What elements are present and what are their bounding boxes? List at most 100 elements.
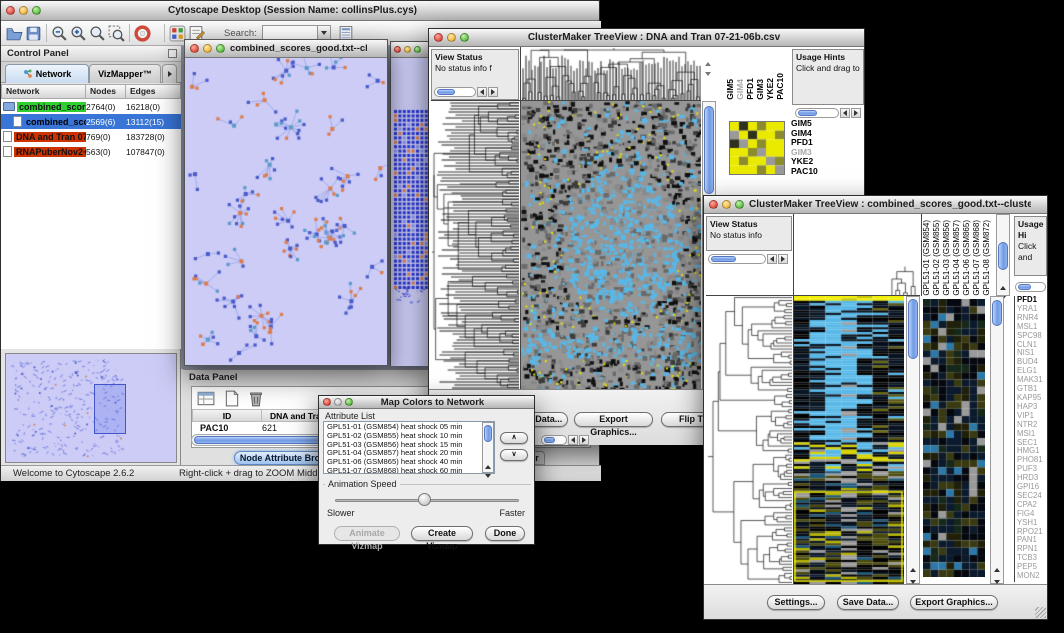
zoom-fit-icon[interactable] bbox=[88, 24, 107, 43]
create-vizmap-button[interactable]: Create Vizmap bbox=[411, 526, 473, 541]
column-header-nodes[interactable]: Nodes bbox=[85, 84, 126, 99]
treeview1-status-scrollbar[interactable] bbox=[434, 86, 498, 97]
scroll-thumb[interactable] bbox=[704, 106, 714, 194]
treeview2-heatmap[interactable] bbox=[794, 296, 904, 584]
close-icon[interactable] bbox=[6, 6, 15, 15]
attribute-list-scrollbar[interactable] bbox=[482, 422, 494, 473]
network-view-titlebar[interactable]: combined_scores_good.txt--cluste... bbox=[185, 40, 387, 58]
data-column-id[interactable]: ID bbox=[192, 409, 262, 422]
treeview2-row-dendrogram[interactable] bbox=[706, 296, 792, 584]
zoom-in-icon[interactable] bbox=[69, 24, 88, 43]
attribute-select-icon[interactable] bbox=[196, 389, 215, 408]
scroll-left-icon[interactable] bbox=[477, 87, 487, 97]
network-table-row[interactable]: combined_scores 2764(0) 16218(0) bbox=[1, 99, 181, 114]
zoom-out-icon[interactable] bbox=[50, 24, 69, 43]
scroll-thumb[interactable] bbox=[1018, 284, 1031, 290]
close-icon[interactable] bbox=[323, 398, 331, 406]
dialog-titlebar[interactable]: Map Colors to Network bbox=[319, 396, 534, 409]
delete-attribute-icon[interactable] bbox=[246, 389, 265, 408]
column-label[interactable]: GIM3 bbox=[755, 79, 765, 100]
column-header-edges[interactable]: Edges bbox=[125, 84, 181, 99]
column-label[interactable]: GPL51-06 (GSM865) bbox=[962, 220, 972, 296]
resize-grip[interactable] bbox=[1035, 607, 1046, 618]
scroll-thumb[interactable] bbox=[998, 242, 1008, 270]
treeview1-column-dendrogram[interactable] bbox=[521, 47, 701, 100]
close-icon[interactable] bbox=[434, 33, 443, 42]
attribute-list[interactable]: GPL51-01 (GSM854) heat shock 05 minGPL51… bbox=[323, 421, 495, 474]
move-down-button[interactable]: ∨ bbox=[500, 449, 528, 461]
zoom-window-icon[interactable] bbox=[216, 44, 225, 53]
treeview2-summary-scrollbar[interactable] bbox=[990, 296, 1004, 584]
scroll-thumb[interactable] bbox=[544, 437, 555, 443]
scroll-right-icon[interactable] bbox=[579, 435, 589, 445]
treeview1-titlebar[interactable]: ClusterMaker TreeView : DNA and Tran 07-… bbox=[429, 29, 864, 47]
scroll-thumb[interactable] bbox=[437, 89, 455, 95]
new-attribute-icon[interactable] bbox=[222, 389, 241, 408]
scroll-right-icon[interactable] bbox=[778, 254, 788, 264]
column-label[interactable]: YKE2 bbox=[765, 78, 775, 100]
network-table-row[interactable]: RNAPuberNov2+ 563(0) 107847(0) bbox=[1, 144, 181, 159]
zoom-window-icon[interactable] bbox=[414, 46, 421, 53]
scroll-down-icon[interactable] bbox=[485, 465, 491, 483]
treeview1-heatmap[interactable] bbox=[521, 101, 701, 389]
treeview2-hints-scrollbar[interactable] bbox=[1015, 281, 1046, 292]
scroll-thumb[interactable] bbox=[711, 256, 736, 262]
export-graphics-button[interactable]: Export Graphics... bbox=[910, 595, 998, 610]
zoom-window-icon[interactable] bbox=[32, 6, 41, 15]
minimize-icon[interactable] bbox=[203, 44, 212, 53]
column-label[interactable]: GPL51-08 (GSM872) bbox=[982, 220, 992, 296]
tab-vizmapper[interactable]: VizMapper™ bbox=[89, 64, 161, 83]
speed-slider-thumb[interactable] bbox=[418, 493, 431, 506]
scroll-thumb[interactable] bbox=[992, 300, 1002, 326]
treeview1-row-dendrogram[interactable] bbox=[431, 101, 519, 389]
row-label[interactable]: PAC10 bbox=[791, 167, 851, 177]
scroll-left-icon[interactable] bbox=[568, 435, 578, 445]
close-icon[interactable] bbox=[709, 200, 718, 209]
save-icon[interactable] bbox=[24, 24, 43, 43]
row-label[interactable]: MON2 bbox=[1015, 572, 1047, 581]
column-label[interactable]: PFD1 bbox=[745, 78, 755, 100]
close-icon[interactable] bbox=[190, 44, 199, 53]
column-label[interactable]: GPL51-03 (GSM856) bbox=[942, 220, 952, 296]
move-up-button[interactable]: ∧ bbox=[500, 432, 528, 444]
birdseye-viewport-rect[interactable] bbox=[94, 384, 126, 434]
column-label[interactable]: GPL51-04 (GSM857) bbox=[952, 220, 962, 296]
main-titlebar[interactable]: Cytoscape Desktop (Session Name: collins… bbox=[1, 1, 599, 21]
column-header-network[interactable]: Network bbox=[1, 84, 86, 99]
help-icon[interactable] bbox=[133, 24, 152, 43]
minimize-icon[interactable] bbox=[447, 33, 456, 42]
column-label[interactable]: GPL51-01 (GSM854) bbox=[922, 220, 932, 296]
treeview2-collabel-scrollbar[interactable] bbox=[996, 214, 1010, 296]
column-label[interactable]: GPL51-02 (GSM855) bbox=[932, 220, 942, 296]
column-label[interactable]: PAC10 bbox=[775, 73, 785, 100]
zoom-window-icon[interactable] bbox=[735, 200, 744, 209]
network-table-row[interactable]: DNA and Tran 07 769(0) 183728(0) bbox=[1, 129, 181, 144]
network-canvas[interactable] bbox=[185, 58, 387, 365]
close-icon[interactable] bbox=[394, 46, 401, 53]
treeview2-vscrollbar[interactable] bbox=[906, 296, 920, 584]
open-icon[interactable] bbox=[5, 24, 24, 43]
done-button[interactable]: Done bbox=[485, 526, 525, 541]
column-label[interactable]: GIM4 bbox=[735, 79, 745, 100]
scroll-thumb[interactable] bbox=[908, 299, 918, 359]
network-table-row[interactable]: combined_sco 2569(6) 13112(15) bbox=[1, 114, 181, 129]
column-label[interactable]: GIM5 bbox=[725, 79, 735, 100]
minimize-icon[interactable] bbox=[19, 6, 28, 15]
treeview1-summary-heatmap[interactable] bbox=[729, 121, 785, 175]
tab-overflow-icon[interactable] bbox=[162, 64, 177, 83]
scroll-right-icon[interactable] bbox=[851, 108, 861, 118]
treeview1-bottom-scrollbar[interactable] bbox=[541, 434, 589, 445]
zoom-window-icon[interactable] bbox=[460, 33, 469, 42]
column-label[interactable]: GPL51-07 (GSM868) bbox=[972, 220, 982, 296]
scroll-thumb[interactable] bbox=[798, 110, 817, 116]
treeview2-column-dendrogram[interactable] bbox=[794, 214, 919, 296]
animate-vizmap-button[interactable]: Animate Vizmap bbox=[334, 526, 400, 541]
scroll-left-icon[interactable] bbox=[840, 108, 850, 118]
save-data-button[interactable]: Save Data... bbox=[837, 595, 899, 610]
treeview1-hints-scrollbar[interactable] bbox=[795, 107, 861, 118]
treeview2-summary-heatmap[interactable] bbox=[923, 299, 985, 577]
scroll-left-icon[interactable] bbox=[767, 254, 777, 264]
treeview2-titlebar[interactable]: ClusterMaker TreeView : combined_scores_… bbox=[704, 196, 1047, 214]
spinner-down-icon[interactable] bbox=[705, 63, 711, 81]
birdseye-view[interactable] bbox=[5, 353, 177, 463]
